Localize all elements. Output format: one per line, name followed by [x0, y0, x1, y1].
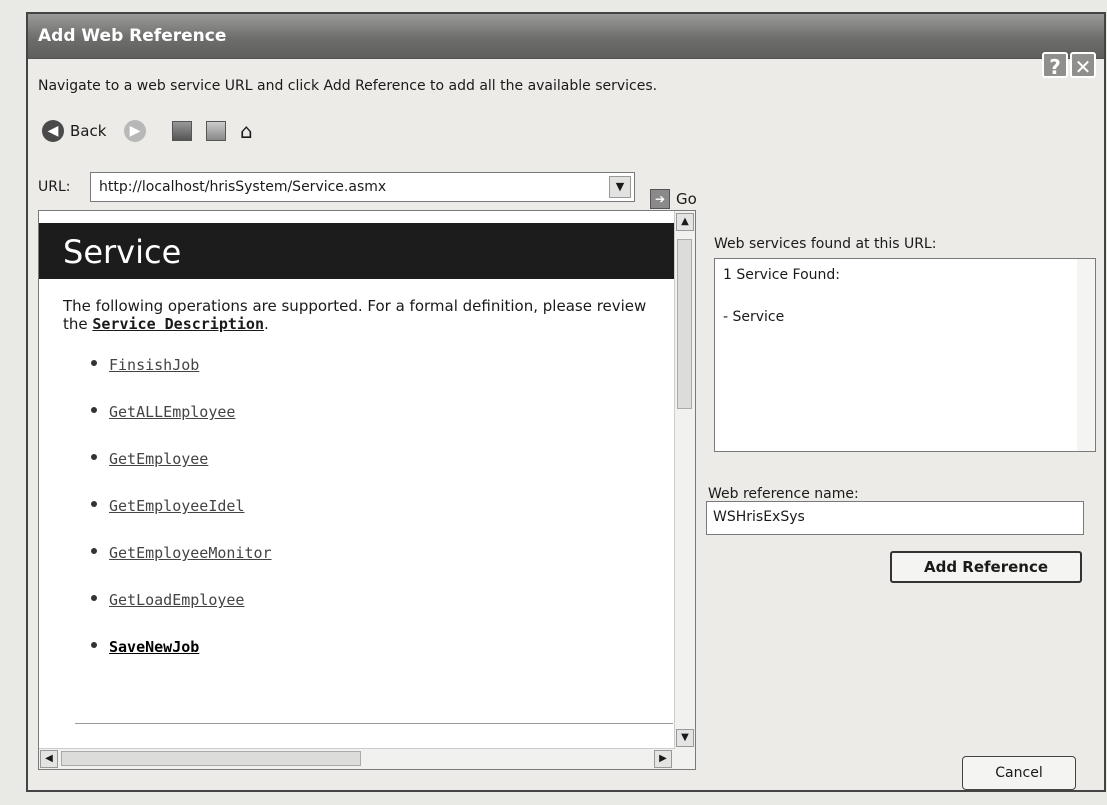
scroll-right-icon[interactable]: ▶	[654, 750, 672, 768]
service-banner: Service	[39, 223, 674, 279]
help-button[interactable]: ?	[1042, 52, 1068, 79]
operation-link[interactable]: FinsishJob	[109, 356, 199, 374]
add-web-reference-dialog: Add Web Reference ? ✕ Navigate to a web …	[26, 12, 1106, 792]
go-label: Go	[676, 190, 697, 208]
bullet-icon	[91, 360, 97, 366]
add-reference-button[interactable]: Add Reference	[890, 551, 1082, 583]
forward-icon: ▶	[124, 120, 146, 142]
services-found-box: 1 Service Found: - Service	[714, 258, 1096, 452]
bullet-icon	[91, 595, 97, 601]
back-icon: ◀	[42, 120, 64, 142]
services-found-label: Web services found at this URL:	[714, 236, 937, 252]
url-value: http://localhost/hrisSystem/Service.asmx	[99, 179, 387, 195]
url-label: URL:	[38, 179, 71, 195]
bullet-icon	[91, 642, 97, 648]
service-description: The following operations are supported. …	[63, 297, 673, 333]
back-button[interactable]: ◀ Back	[42, 118, 106, 144]
service-browser-pane: Service The following operations are sup…	[38, 210, 696, 770]
refresh-button[interactable]	[206, 118, 226, 144]
service-description-link[interactable]: Service Description	[92, 315, 264, 333]
operation-link[interactable]: SaveNewJob	[109, 638, 199, 656]
back-label: Back	[70, 122, 107, 140]
chevron-down-icon[interactable]: ▼	[609, 176, 631, 198]
divider	[75, 723, 673, 724]
description-suffix: .	[263, 315, 269, 333]
operation-link[interactable]: GetEmployee	[109, 450, 208, 468]
web-reference-name-label: Web reference name:	[708, 486, 859, 502]
scroll-up-icon[interactable]: ▲	[676, 213, 694, 231]
refresh-icon	[206, 121, 226, 141]
horizontal-scrollbar[interactable]: ◀ ▶	[39, 748, 675, 769]
go-arrow-icon: ➔	[650, 189, 670, 209]
bullet-icon	[91, 407, 97, 413]
bullet-icon	[91, 501, 97, 507]
url-input[interactable]: http://localhost/hrisSystem/Service.asmx…	[90, 172, 635, 202]
close-button[interactable]: ✕	[1070, 52, 1096, 79]
scroll-thumb[interactable]	[61, 751, 361, 766]
scroll-left-icon[interactable]: ◀	[40, 750, 58, 768]
services-found-count: 1 Service Found:	[723, 267, 841, 283]
bullet-icon	[91, 548, 97, 554]
vertical-scrollbar[interactable]	[1077, 259, 1095, 451]
web-reference-name-input[interactable]: WSHrisExSys	[706, 501, 1084, 535]
service-title: Service	[63, 233, 182, 271]
title-bar: Add Web Reference	[28, 14, 1104, 59]
go-button[interactable]: ➔ Go	[650, 189, 697, 209]
vertical-scrollbar[interactable]: ▲ ▼	[674, 211, 695, 769]
scroll-down-icon[interactable]: ▼	[676, 729, 694, 747]
bullet-icon	[91, 454, 97, 460]
stop-button[interactable]	[172, 118, 192, 144]
stop-icon	[172, 121, 192, 141]
operation-link[interactable]: GetEmployeeIdel	[109, 497, 244, 515]
instruction-text: Navigate to a web service URL and click …	[38, 78, 658, 94]
dialog-title: Add Web Reference	[38, 26, 227, 46]
list-item: - Service	[723, 309, 785, 325]
forward-button[interactable]: ▶	[124, 118, 146, 144]
scroll-thumb[interactable]	[677, 239, 692, 409]
home-icon: ⌂	[240, 119, 253, 143]
operation-link[interactable]: GetLoadEmployee	[109, 591, 244, 609]
cancel-button[interactable]: Cancel	[962, 756, 1076, 790]
operation-link[interactable]: GetEmployeeMonitor	[109, 544, 272, 562]
operation-link[interactable]: GetALLEmployee	[109, 403, 235, 421]
home-button[interactable]: ⌂	[240, 118, 253, 144]
